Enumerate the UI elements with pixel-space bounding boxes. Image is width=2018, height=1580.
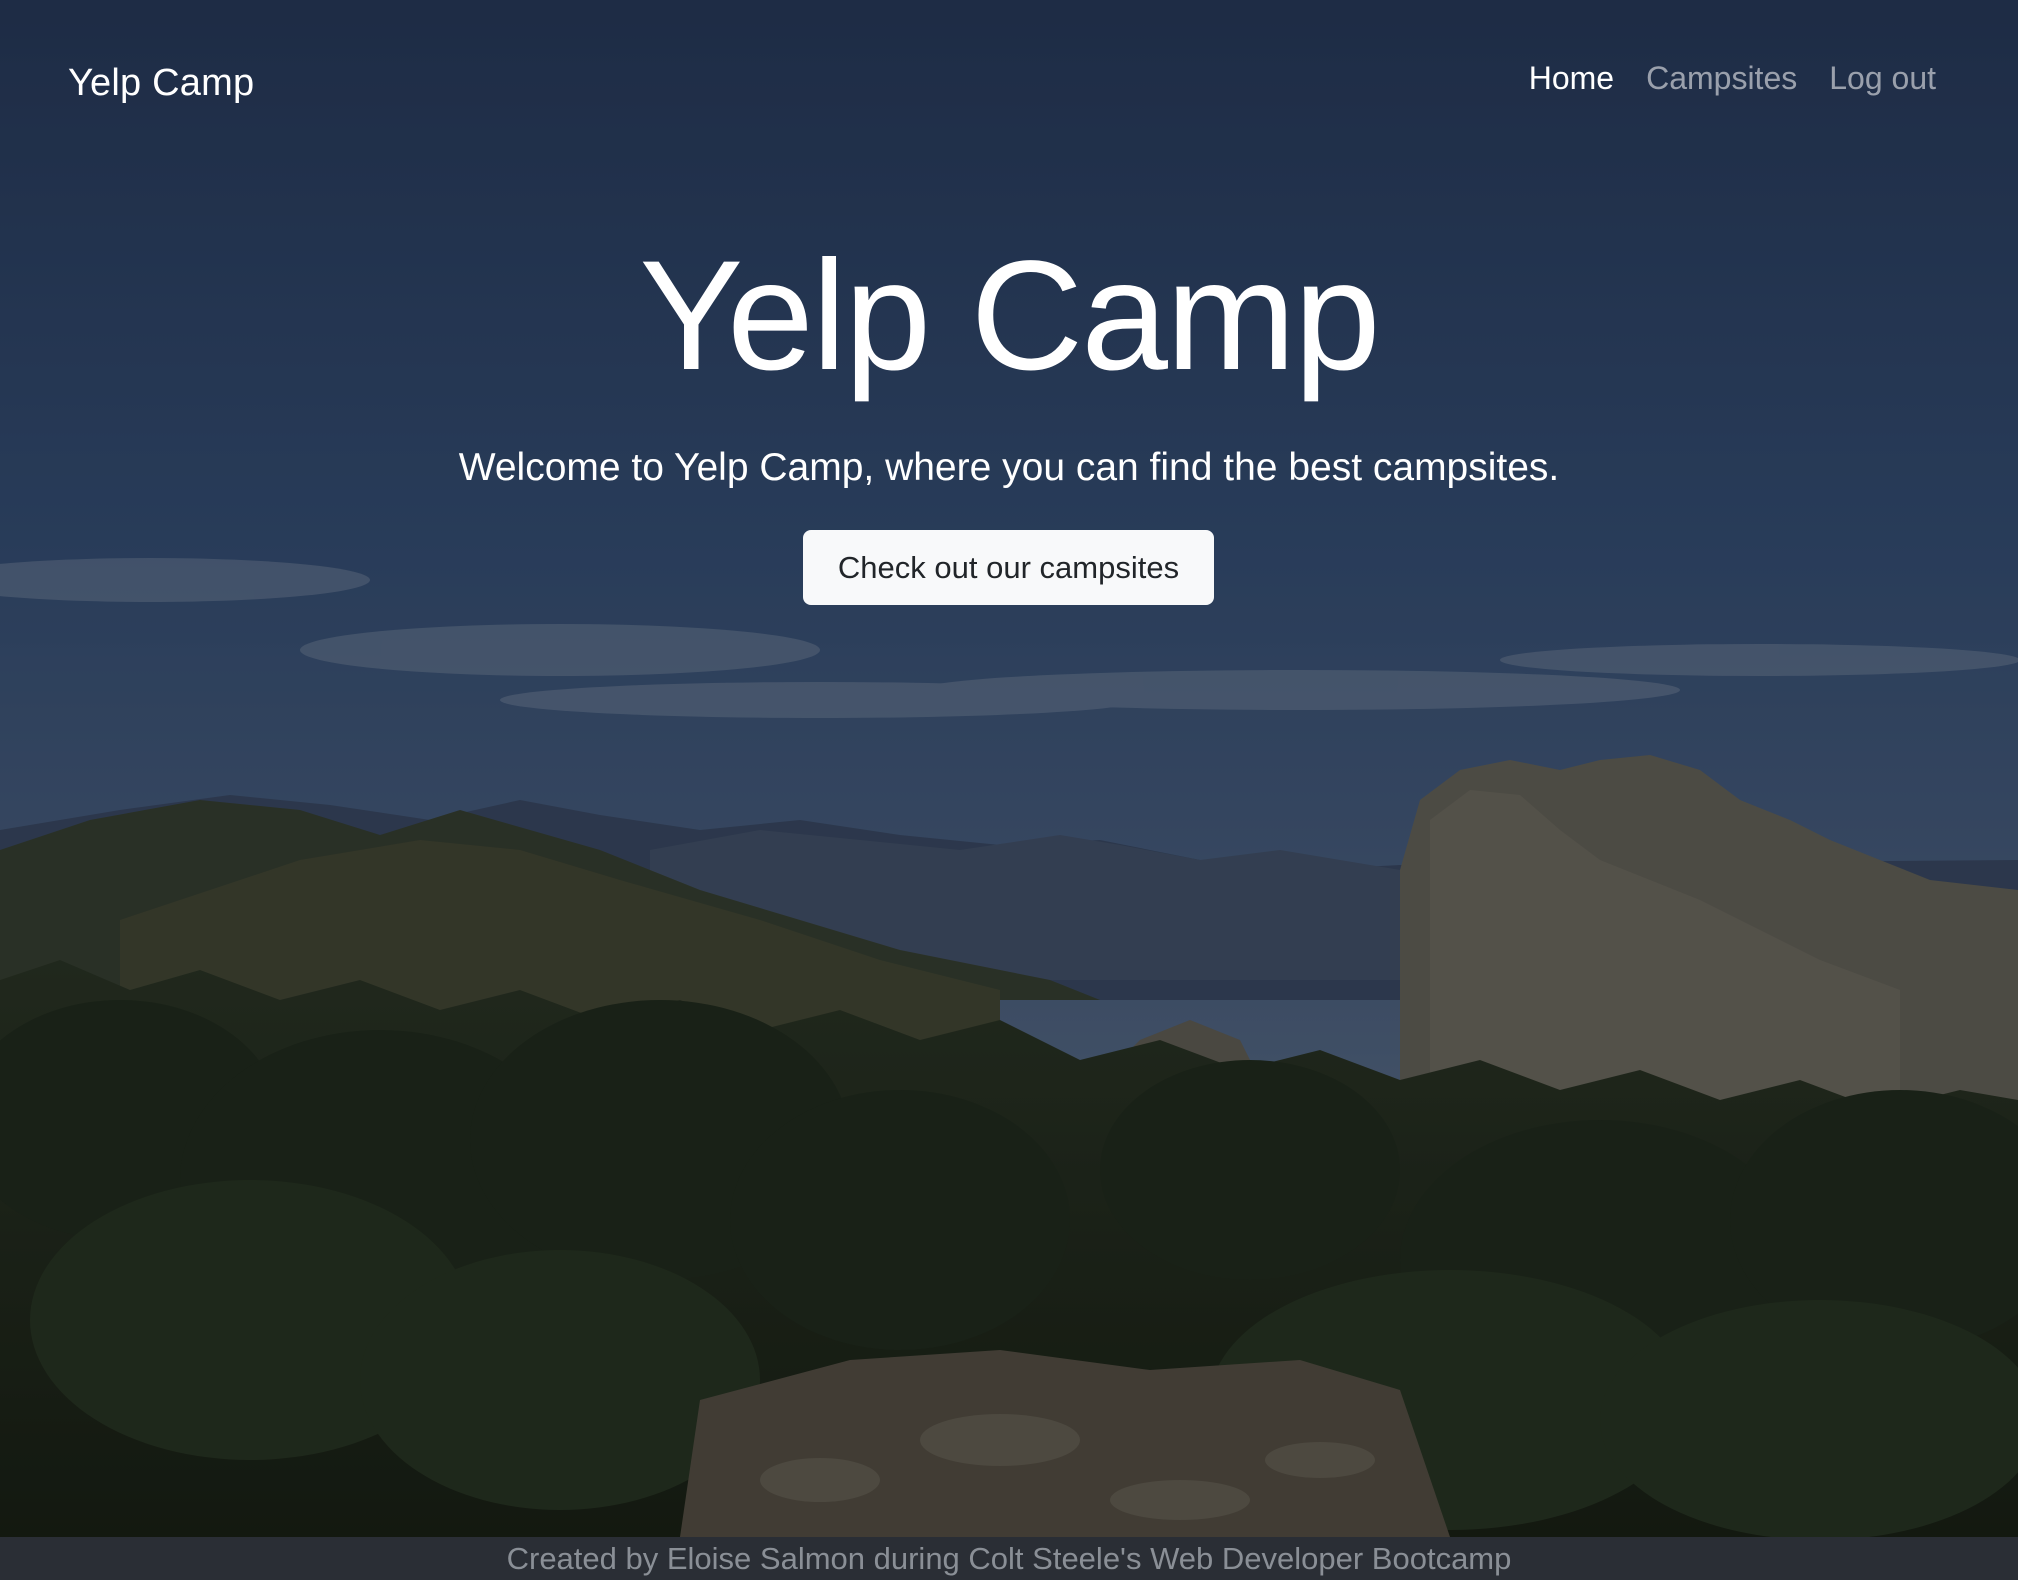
footer-credit-text: Created by Eloise Salmon during Colt Ste… xyxy=(506,1541,1512,1576)
nav-link-home[interactable]: Home xyxy=(1529,60,1614,97)
view-campsites-button[interactable]: Check out our campsites xyxy=(803,530,1214,605)
landing-page: Yelp Camp Home Campsites Log out Yelp Ca… xyxy=(0,0,2018,1580)
footer: Created by Eloise Salmon during Colt Ste… xyxy=(0,1537,2018,1580)
hero-title: Yelp Camp xyxy=(639,229,1380,403)
navbar-brand[interactable]: Yelp Camp xyxy=(68,62,254,105)
hero-lead: Welcome to Yelp Camp, where you can find… xyxy=(458,446,1560,489)
nav-link-logout[interactable]: Log out xyxy=(1829,60,1936,97)
nav-link-campsites[interactable]: Campsites xyxy=(1646,60,1797,97)
navbar: Yelp Camp Home Campsites Log out xyxy=(0,0,2018,160)
navbar-links: Home Campsites Log out xyxy=(1529,60,1936,97)
